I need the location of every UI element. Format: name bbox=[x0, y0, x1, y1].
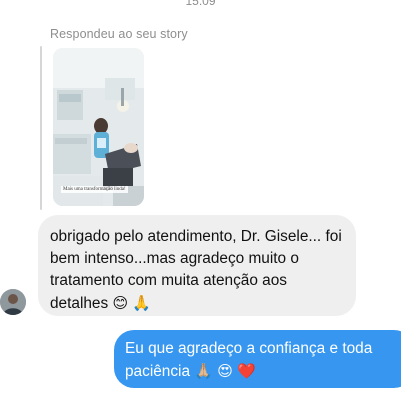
outgoing-message-text: Eu que agradeço a confiança e toda paciê… bbox=[125, 340, 373, 380]
story-reply-label: Respondeu ao seu story bbox=[50, 27, 188, 41]
dental-clinic-photo-icon bbox=[53, 48, 144, 206]
smile-emoji-icon: 😊 bbox=[112, 294, 129, 312]
avatar[interactable] bbox=[0, 289, 26, 315]
profile-photo-icon bbox=[0, 289, 26, 315]
incoming-message-text: obrigado pelo atendimento, Dr. Gisele...… bbox=[50, 228, 342, 312]
reply-quote-bar bbox=[40, 46, 42, 210]
red-heart-emoji-icon: ❤️ bbox=[237, 362, 256, 380]
message-timestamp: 15:09 bbox=[185, 0, 216, 8]
incoming-message-bubble[interactable]: obrigado pelo atendimento, Dr. Gisele...… bbox=[38, 215, 356, 316]
story-thumbnail[interactable]: Mais uma transformação linda! bbox=[53, 48, 144, 206]
praying-hands-emoji-icon: 🙏🏼 bbox=[194, 362, 213, 380]
praying-hands-emoji-icon: 🙏 bbox=[132, 294, 152, 312]
heart-eyes-emoji-icon: 😍 bbox=[217, 362, 233, 380]
bottom-spacer bbox=[0, 395, 401, 414]
outgoing-message-bubble[interactable]: Eu que agradeço a confiança e toda paciê… bbox=[114, 330, 401, 388]
story-caption: Mais uma transformação linda! bbox=[61, 186, 128, 193]
